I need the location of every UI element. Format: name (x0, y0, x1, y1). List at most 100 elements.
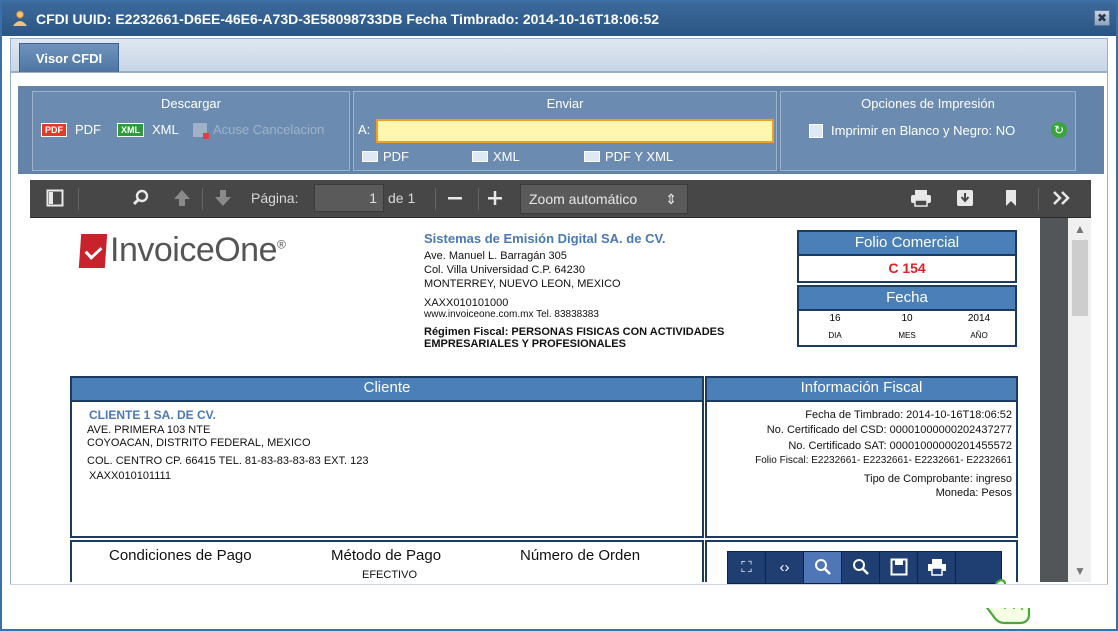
scroll-down-icon[interactable]: ▼ (1074, 564, 1086, 578)
scrollbar-thumb[interactable] (1072, 240, 1088, 316)
fecha-day-label: DIA (828, 331, 842, 340)
previous-page-icon[interactable] (173, 189, 191, 212)
fecha-day: 16 (829, 313, 841, 324)
tools-chevron-icon[interactable] (1052, 189, 1072, 212)
folio-title: Folio Comercial (797, 230, 1017, 256)
descargar-title: Descargar (161, 96, 221, 111)
cliente-address-1: AVE. PRIMERA 103 NTE (87, 424, 211, 436)
fit-page-icon[interactable]: ⛶ (728, 552, 766, 583)
cfdi-window: CFDI UUID: E2232661-D6EE-46E6-A73D-3E580… (0, 0, 1118, 631)
download-pdf-button[interactable]: PDF PDF (41, 122, 101, 137)
sidebar-toggle-icon[interactable] (46, 189, 64, 212)
page-number-input[interactable]: 1 (314, 184, 384, 212)
emisor-regimen-2: EMPRESARIALES Y PROFESIONALES (424, 338, 626, 350)
download-xml-label: XML (152, 122, 179, 137)
next-page-icon[interactable] (214, 189, 232, 212)
emisor-address-1: Ave. Manuel L. Barragán 305 (424, 250, 567, 262)
fiscal-certificado-csd: No. Certificado del CSD: 000010000002024… (766, 424, 1012, 436)
bottom-strip (10, 584, 1108, 608)
fiscal-title: Información Fiscal (707, 378, 1016, 402)
toolbar-divider (435, 188, 436, 210)
scroll-up-icon[interactable]: ▲ (1074, 222, 1086, 236)
print-bw-label: Imprimir en Blanco y Negro: NO (831, 123, 1016, 138)
emisor-regimen-1: Régimen Fiscal: PERSONAS FISICAS CON ACT… (424, 326, 725, 338)
emisor-web: www.invoiceone.com.mx Tel. 83838383 (424, 309, 599, 320)
opciones-title: Opciones de Impresión (861, 96, 995, 111)
logo-wordmark: InvoiceOne® (110, 231, 286, 270)
to-label: A: (358, 122, 371, 137)
zoom-value: Zoom automático (529, 191, 638, 207)
send-pdf-xml-label: PDF Y XML (605, 149, 674, 164)
fiscal-certificado-sat: No. Certificado SAT: 0000100000020145557… (788, 440, 1012, 452)
emisor-address-2: Col. Villa Universidad C.P. 64230 (424, 264, 586, 276)
cliente-name: CLIENTE 1 SA. DE CV. (89, 408, 216, 422)
xml-file-icon: XML (117, 122, 144, 137)
invoiceone-logo: InvoiceOne® (78, 231, 286, 270)
zoom-select[interactable]: Zoom automático ⇕ (520, 184, 688, 214)
envelope-icon (584, 151, 600, 162)
zoom-in-icon[interactable] (487, 189, 503, 212)
zoom-out-icon[interactable] (447, 189, 463, 212)
envelope-icon (362, 151, 378, 162)
floating-toolbar: ⛶ ‹› (727, 551, 1002, 584)
search-icon[interactable] (132, 189, 150, 212)
pdf-viewer[interactable]: InvoiceOne® Sistemas de Emisión Digital … (30, 218, 1091, 582)
print-bw-toggle[interactable]: Imprimir en Blanco y Negro: NO (809, 123, 1015, 138)
download-pdf-label: PDF (75, 122, 101, 137)
fecha-year-label: AÑO (970, 331, 988, 340)
download-acuse-button[interactable]: Acuse Cancelacion (193, 122, 325, 139)
close-icon[interactable]: ✖ (1094, 10, 1110, 26)
tab-visor-cfdi[interactable]: Visor CFDI (19, 43, 119, 73)
fiscal-fecha-timbrado: Fecha de Timbrado: 2014-10-16T18:06:52 (805, 409, 1012, 421)
condiciones-pago-heading: Condiciones de Pago (109, 547, 252, 564)
acuse-label: Acuse Cancelacion (213, 122, 325, 137)
fecha-month-label: MES (898, 331, 916, 340)
download-xml-button[interactable]: XML XML (117, 122, 179, 137)
emisor-name: Sistemas de Emisión Digital SA. de CV. (424, 231, 666, 246)
window-title: CFDI UUID: E2232661-D6EE-46E6-A73D-3E580… (36, 11, 660, 27)
send-pdf-label: PDF (383, 149, 409, 164)
send-pdf-xml-button[interactable]: PDF Y XML (584, 149, 673, 164)
select-arrows-icon: ⇕ (665, 191, 677, 207)
cancel-document-icon (193, 122, 209, 139)
cliente-rfc: XAXX010101111 (89, 470, 171, 482)
emisor-rfc: XAXX010101000 (424, 297, 509, 309)
page-label: Página: (251, 190, 299, 206)
opciones-group: Opciones de Impresión Imprimir en Blanco… (780, 91, 1076, 171)
zoom-out-magnifier-icon[interactable] (842, 552, 880, 583)
vertical-scrollbar[interactable]: ▲ ▼ (1068, 218, 1091, 582)
email-to-input[interactable] (376, 119, 774, 143)
send-pdf-button[interactable]: PDF (362, 149, 409, 164)
window-titlebar: CFDI UUID: E2232661-D6EE-46E6-A73D-3E580… (2, 2, 1116, 36)
logo-registered: ® (277, 237, 286, 252)
refresh-icon[interactable]: ↻ (1051, 122, 1067, 138)
metodo-pago-heading: Método de Pago (331, 547, 442, 564)
toolbar-divider (78, 188, 79, 210)
enviar-title: Enviar (546, 96, 584, 111)
fecha-box: Fecha 16 10 2014 DIA MES AÑO (797, 285, 1017, 347)
folio-value: C 154 (797, 256, 1017, 283)
fit-width-icon[interactable]: ‹› (766, 552, 804, 583)
logo-text-one: One (214, 231, 277, 269)
toolbar-divider (478, 188, 479, 210)
print-icon[interactable] (910, 189, 932, 212)
logo-text-invoice: Invoice (110, 231, 215, 269)
cliente-title: Cliente (72, 378, 702, 402)
metodo-pago-value: EFECTIVO (362, 569, 418, 581)
fecha-year: 2014 (967, 313, 991, 324)
save-icon[interactable] (880, 552, 918, 583)
fiscal-box: Información Fiscal Fecha de Timbrado: 20… (705, 376, 1018, 538)
print-document-icon[interactable] (918, 552, 956, 583)
fecha-month: 10 (901, 313, 913, 324)
enviar-group: Enviar A: PDF XML PDF Y XML (353, 91, 777, 171)
send-xml-button[interactable]: XML (472, 149, 520, 164)
page-count: de 1 (388, 190, 416, 206)
zoom-in-magnifier-icon[interactable] (804, 552, 842, 583)
user-icon (12, 10, 28, 29)
download-icon[interactable] (956, 189, 974, 212)
bookmark-icon[interactable] (1004, 189, 1018, 212)
cliente-address-2: COYOACAN, DISTRITO FEDERAL, MEXICO (87, 437, 311, 449)
pdf-toolbar: Página: 1 de 1 Zoom automático ⇕ (30, 180, 1091, 218)
envelope-icon (472, 151, 488, 162)
fiscal-moneda: Moneda: Pesos (935, 487, 1012, 499)
